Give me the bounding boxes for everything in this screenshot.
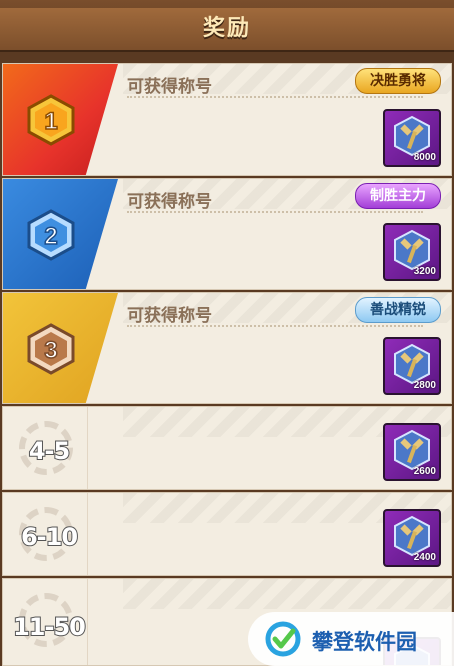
range-row-4-5: 4-5 2600: [2, 406, 452, 490]
rank-number: 2: [44, 223, 57, 250]
rank-number: 1: [44, 108, 57, 135]
hammer-item-icon: [394, 515, 430, 557]
reward-item[interactable]: 2800: [383, 337, 441, 395]
rank-row-2: 2 可获得称号 制胜主力 3200: [2, 178, 452, 290]
page-title: 奖励: [202, 16, 251, 41]
rank-1-panel: 1: [3, 64, 118, 175]
reward-item[interactable]: 3200: [383, 223, 441, 281]
reward-item[interactable]: 2400: [383, 509, 441, 567]
divider: [127, 325, 423, 327]
divider: [127, 211, 423, 213]
gold-hexagon-medal-icon: 1: [27, 94, 75, 146]
divider: [127, 96, 423, 98]
rank-number: 3: [44, 337, 57, 364]
reward-count: 2400: [413, 552, 436, 563]
range-row-6-10: 6-10 2400: [2, 492, 452, 576]
reward-item[interactable]: 2600: [383, 423, 441, 481]
reward-item[interactable]: 8000: [383, 109, 441, 167]
reward-count: 2800: [413, 380, 436, 391]
bronze-hexagon-medal-icon: 3: [27, 323, 75, 375]
rank-range: 4-5: [28, 436, 71, 466]
title-label: 可获得称号: [127, 192, 212, 212]
rank-2-panel: 2: [3, 179, 118, 289]
rank-3-panel: 3: [3, 293, 118, 403]
watermark-text: 攀登软件园: [312, 630, 417, 654]
title-label: 可获得称号: [127, 306, 212, 326]
title-badge: 制胜主力: [355, 183, 441, 209]
header: 奖励: [0, 0, 454, 52]
reward-count: 8000: [413, 152, 436, 163]
reward-count: 2600: [413, 466, 436, 477]
blue-hexagon-medal-icon: 2: [27, 209, 75, 261]
title-label: 可获得称号: [127, 77, 212, 97]
rank-row-1: 1 可获得称号 决胜勇将 8000: [2, 63, 452, 176]
hammer-item-icon: [394, 115, 430, 157]
hammer-item-icon: [394, 229, 430, 271]
hammer-item-icon: [394, 429, 430, 471]
hammer-item-icon: [394, 343, 430, 385]
rank-row-3: 3 可获得称号 善战精锐 2800: [2, 292, 452, 404]
reward-count: 3200: [413, 266, 436, 277]
watermark: 攀登软件园: [248, 612, 454, 666]
title-badge: 决胜勇将: [355, 68, 441, 94]
rank-range: 11-50: [12, 612, 87, 642]
checkmark-logo-icon: [265, 621, 301, 657]
title-badge: 善战精锐: [355, 297, 441, 323]
rank-range: 6-10: [20, 522, 79, 552]
